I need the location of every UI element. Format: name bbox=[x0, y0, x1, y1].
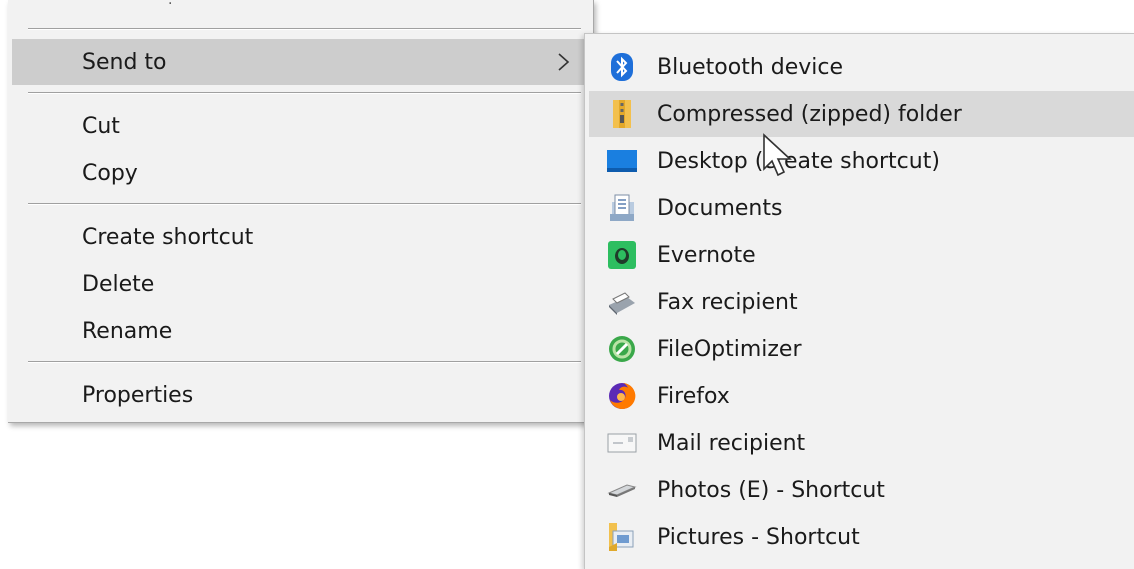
menu-item-create-shortcut[interactable]: Create shortcut bbox=[12, 214, 589, 260]
menu-separator bbox=[28, 28, 581, 30]
menu-separator bbox=[28, 203, 581, 205]
send-to-submenu: Bluetooth device Compressed (zipped) fol… bbox=[584, 33, 1134, 569]
submenu-item-label: FileOptimizer bbox=[657, 336, 802, 362]
menu-item-rename[interactable]: Rename bbox=[12, 308, 589, 354]
menu-item-label: Cut bbox=[82, 113, 120, 139]
send-to-pictures-shortcut[interactable]: Pictures - Shortcut bbox=[589, 514, 1134, 560]
fax-icon bbox=[607, 287, 637, 317]
truncated-item-hint: · bbox=[168, 0, 173, 12]
menu-item-label: Delete bbox=[82, 271, 155, 297]
send-to-evernote[interactable]: Evernote bbox=[589, 232, 1134, 278]
menu-item-copy[interactable]: Copy bbox=[12, 150, 589, 196]
submenu-item-label: Documents bbox=[657, 195, 783, 221]
menu-item-cut[interactable]: Cut bbox=[12, 103, 589, 149]
chevron-right-icon bbox=[558, 53, 570, 71]
menu-separator bbox=[28, 361, 581, 363]
mail-icon bbox=[607, 428, 637, 458]
send-to-mail[interactable]: Mail recipient bbox=[589, 420, 1134, 466]
submenu-item-label: Mail recipient bbox=[657, 430, 806, 456]
send-to-bluetooth[interactable]: Bluetooth device bbox=[589, 44, 1134, 90]
send-to-fileoptimizer[interactable]: FileOptimizer bbox=[589, 326, 1134, 372]
send-to-compressed-folder[interactable]: Compressed (zipped) folder bbox=[589, 91, 1134, 137]
menu-separator bbox=[28, 92, 581, 94]
mouse-cursor-icon bbox=[763, 133, 793, 177]
submenu-item-label: Pictures - Shortcut bbox=[657, 524, 860, 550]
context-menu: · Send to Cut Copy Create shortcut Delet… bbox=[8, 0, 594, 423]
submenu-item-label: Firefox bbox=[657, 383, 730, 409]
drive-icon bbox=[607, 475, 637, 505]
menu-item-label: Create shortcut bbox=[82, 224, 254, 250]
zip-folder-icon bbox=[607, 99, 637, 129]
pictures-folder-icon bbox=[607, 522, 637, 552]
menu-item-label: Rename bbox=[82, 318, 173, 344]
menu-item-send-to[interactable]: Send to bbox=[12, 39, 589, 85]
menu-item-label: Properties bbox=[82, 382, 194, 408]
evernote-icon bbox=[607, 240, 637, 270]
menu-item-delete[interactable]: Delete bbox=[12, 261, 589, 307]
submenu-item-label: Bluetooth device bbox=[657, 54, 844, 80]
send-to-documents[interactable]: Documents bbox=[589, 185, 1134, 231]
submenu-item-label: Compressed (zipped) folder bbox=[657, 101, 962, 127]
menu-item-properties[interactable]: Properties bbox=[12, 372, 589, 418]
screen: · Send to Cut Copy Create shortcut Delet… bbox=[0, 0, 1134, 569]
menu-item-label: Send to bbox=[82, 49, 167, 75]
bluetooth-icon bbox=[607, 52, 637, 82]
send-to-fax[interactable]: Fax recipient bbox=[589, 279, 1134, 325]
send-to-desktop[interactable]: Desktop (create shortcut) bbox=[589, 138, 1134, 184]
documents-icon bbox=[607, 193, 637, 223]
firefox-icon bbox=[607, 381, 637, 411]
fileoptimizer-icon bbox=[607, 334, 637, 364]
submenu-item-label: Evernote bbox=[657, 242, 756, 268]
submenu-item-label: Photos (E) - Shortcut bbox=[657, 477, 885, 503]
desktop-icon bbox=[607, 146, 637, 176]
send-to-firefox[interactable]: Firefox bbox=[589, 373, 1134, 419]
submenu-item-label: Desktop (create shortcut) bbox=[657, 148, 940, 174]
send-to-photos-shortcut[interactable]: Photos (E) - Shortcut bbox=[589, 467, 1134, 513]
submenu-item-label: Fax recipient bbox=[657, 289, 798, 315]
menu-item-label: Copy bbox=[82, 160, 138, 186]
